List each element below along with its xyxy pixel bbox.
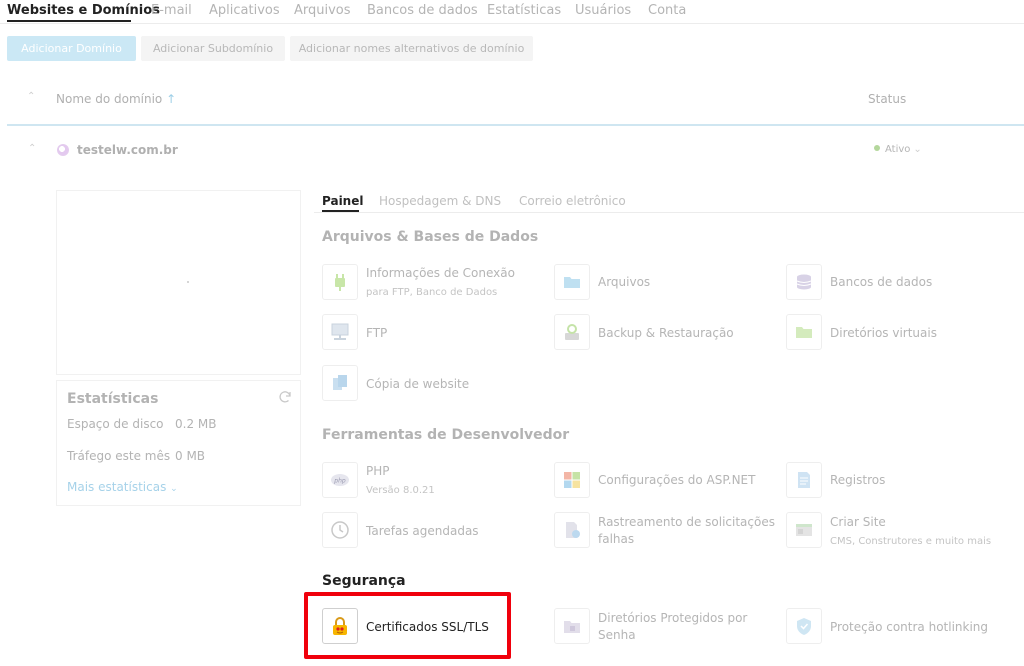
website-copy-link[interactable]: Cópia de website (366, 376, 469, 393)
ftp-server-icon[interactable] (322, 314, 358, 350)
section-title-files-db: Arquivos & Bases de Dados (322, 229, 539, 245)
active-tab-underline (7, 20, 131, 22)
add-domain-alias-button[interactable]: Adicionar nomes alternativos de domínio (290, 36, 533, 61)
shield-icon[interactable] (786, 608, 822, 644)
section-title-security: Segurança (322, 573, 406, 589)
domain-name-link[interactable]: testelw.com.br (77, 143, 178, 157)
highlight-box (304, 592, 511, 659)
connection-info-link[interactable]: Informações de Conexão (366, 265, 515, 282)
folder-icon[interactable] (554, 264, 590, 300)
tab-mail[interactable]: Correio eletrônico (519, 194, 626, 208)
database-icon[interactable] (786, 264, 822, 300)
php-icon[interactable]: php (322, 462, 358, 498)
logs-document-icon[interactable] (786, 462, 822, 498)
hotlink-protection-link[interactable]: Proteção contra hotlinking (830, 619, 988, 636)
chevron-down-icon: ⌄ (170, 484, 178, 494)
disk-space-label: Espaço de disco (67, 417, 164, 431)
domain-globe-icon (57, 144, 69, 156)
databases-link[interactable]: Bancos de dados (830, 274, 932, 291)
site-builder-icon[interactable] (786, 512, 822, 548)
tab-databases[interactable]: Bancos de dados (367, 3, 478, 18)
tab-websites-domains[interactable]: Websites e Domínios (7, 3, 160, 18)
tab-dashboard[interactable]: Painel (322, 194, 363, 208)
add-domain-button[interactable]: Adicionar Domínio (7, 36, 136, 61)
header-divider (7, 124, 1024, 126)
tab-account[interactable]: Conta (648, 3, 686, 18)
chevron-down-icon: ⌄ (913, 144, 922, 155)
status-dot-icon (874, 145, 880, 151)
panel-tabs-divider (314, 212, 1024, 213)
aspnet-settings-link[interactable]: Configurações do ASP.NET (598, 472, 755, 489)
domain-collapse-chevron-icon[interactable]: ⌃ (28, 143, 36, 154)
more-statistics-link[interactable]: Mais estatísticas ⌄ (67, 480, 178, 494)
sort-arrow-icon: ↑ (166, 92, 177, 106)
collapse-all-chevron-icon[interactable]: ⌃ (27, 91, 35, 102)
failed-request-tracing-link[interactable]: Rastreamento de solicitações falhas (598, 514, 778, 548)
connection-info-subtitle: para FTP, Banco de Dados (366, 287, 498, 298)
php-version: Versão 8.0.21 (366, 485, 435, 496)
loading-indicator (187, 281, 189, 283)
top-navigation: Websites e Domínios E-mail Aplicativos A… (0, 0, 1024, 24)
stats-title: Estatísticas (67, 391, 159, 407)
protected-directories-link[interactable]: Diretórios Protegidos por Senha (598, 610, 768, 644)
copy-website-icon[interactable] (322, 365, 358, 401)
column-status[interactable]: Status (868, 92, 906, 106)
add-subdomain-button[interactable]: Adicionar Subdomínio (141, 36, 285, 61)
clock-icon[interactable] (322, 512, 358, 548)
php-icon-text: php (333, 478, 346, 485)
ftp-link[interactable]: FTP (366, 325, 387, 342)
virtual-directories-link[interactable]: Diretórios virtuais (830, 325, 937, 342)
files-link[interactable]: Arquivos (598, 274, 650, 291)
create-site-subtitle: CMS, Construtores e muito mais (830, 536, 992, 547)
tab-email[interactable]: E-mail (151, 3, 192, 18)
tab-files[interactable]: Arquivos (294, 3, 351, 18)
nav-divider (0, 23, 1024, 24)
domain-status-dropdown[interactable]: Ativo ⌄ (874, 144, 922, 155)
scheduled-tasks-link[interactable]: Tarefas agendadas (366, 523, 479, 540)
failed-request-tracing-icon[interactable] (554, 512, 590, 548)
section-title-dev-tools: Ferramentas de Desenvolvedor (322, 427, 570, 443)
site-preview[interactable] (56, 190, 301, 375)
create-site-link[interactable]: Criar Site (830, 514, 886, 531)
column-domain-name[interactable]: Nome do domínio ↑ (56, 92, 176, 106)
virtual-folder-icon[interactable] (786, 314, 822, 350)
refresh-icon[interactable] (277, 389, 293, 405)
disk-space-value: 0.2 MB (175, 417, 217, 431)
domain-status-label: Ativo (885, 144, 911, 155)
backup-restore-icon[interactable] (554, 314, 590, 350)
logs-link[interactable]: Registros (830, 472, 885, 489)
tab-applications[interactable]: Aplicativos (209, 3, 280, 18)
more-statistics-label: Mais estatísticas (67, 480, 167, 494)
traffic-value: 0 MB (175, 449, 206, 463)
php-link[interactable]: PHP (366, 463, 390, 480)
tab-hosting-dns[interactable]: Hospedagem & DNS (379, 194, 501, 208)
tab-statistics[interactable]: Estatísticas (487, 3, 561, 18)
aspnet-windows-icon[interactable] (554, 462, 590, 498)
column-domain-name-label: Nome do domínio (56, 92, 163, 106)
tab-users[interactable]: Usuários (575, 3, 631, 18)
traffic-label: Tráfego este mês (67, 449, 171, 463)
protected-folder-icon[interactable] (554, 608, 590, 644)
backup-restore-link[interactable]: Backup & Restauração (598, 325, 734, 342)
plug-icon[interactable] (322, 264, 358, 300)
